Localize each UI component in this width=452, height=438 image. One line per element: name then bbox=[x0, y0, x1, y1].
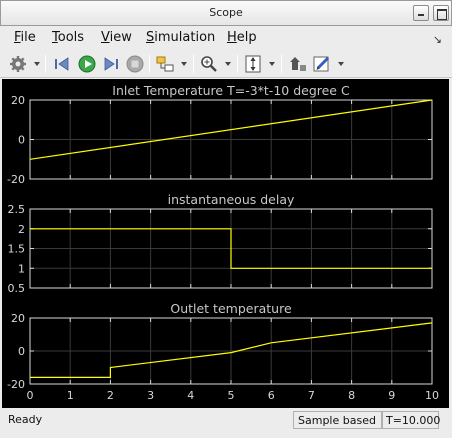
axes-3-xtick-label: 2 bbox=[107, 389, 114, 402]
axes-3-xtick-label: 6 bbox=[268, 389, 275, 402]
menu-file[interactable]: File bbox=[14, 30, 36, 45]
toolbar-separator bbox=[281, 55, 282, 73]
run-icon[interactable] bbox=[77, 54, 97, 74]
scope-plots: -20020Inlet Temperature T=-3*t-10 degree… bbox=[7, 83, 439, 402]
axes-3-xtick-label: 7 bbox=[308, 389, 315, 402]
axes-2-ytick-label: 1 bbox=[18, 262, 25, 275]
toolbar-separator bbox=[45, 55, 46, 73]
axes-1-ytick-label: 20 bbox=[11, 94, 25, 107]
axes-2-ytick-label: 2.5 bbox=[8, 203, 26, 216]
toolbar-separator bbox=[193, 55, 194, 73]
axes-1-ytick-label: 0 bbox=[18, 134, 25, 147]
axes-1-ytick-label: -20 bbox=[7, 173, 25, 186]
menu-view-label: iew bbox=[109, 30, 132, 45]
scale-axes-icon[interactable] bbox=[243, 54, 263, 74]
menu-view-mnemonic: V bbox=[101, 30, 110, 45]
gear-dropdown-icon[interactable] bbox=[34, 62, 40, 66]
gear-icon[interactable] bbox=[8, 54, 28, 74]
toolbar-separator bbox=[237, 55, 238, 73]
axes-3-ytick-label: -20 bbox=[7, 378, 25, 391]
style-icon[interactable] bbox=[312, 54, 332, 74]
dock-arrow-icon[interactable]: ↘ bbox=[433, 33, 442, 46]
axes-3-xtick-label: 1 bbox=[67, 389, 74, 402]
menu-file-label: ile bbox=[20, 30, 36, 45]
axes-3-ytick-label: 20 bbox=[11, 312, 25, 325]
menu-bar: File Tools View Simulation Help ↘ bbox=[0, 26, 452, 50]
minimize-icon[interactable] bbox=[413, 5, 429, 21]
axes-3-xtick-label: 3 bbox=[147, 389, 154, 402]
menu-view[interactable]: View bbox=[101, 30, 132, 45]
zoom-icon[interactable] bbox=[199, 54, 219, 74]
status-sample-mode: Sample based bbox=[293, 411, 383, 429]
axes-1-title: Inlet Temperature T=-3*t-10 degree C bbox=[112, 83, 350, 98]
highlight-block-icon[interactable] bbox=[155, 54, 175, 74]
axes-2-title: instantaneous delay bbox=[168, 192, 295, 207]
axes-3-title: Outlet temperature bbox=[170, 301, 292, 316]
scale-dropdown-icon[interactable] bbox=[269, 62, 275, 66]
status-ready: Ready bbox=[8, 413, 43, 426]
menu-simulation-label: imulation bbox=[154, 30, 216, 45]
menu-help-label: elp bbox=[236, 30, 257, 45]
style-dropdown-icon[interactable] bbox=[338, 62, 344, 66]
axes-2-ytick-label: 2 bbox=[18, 223, 25, 236]
restore-layout-icon[interactable] bbox=[288, 54, 308, 74]
menu-help[interactable]: Help bbox=[227, 30, 257, 45]
stop-icon[interactable] bbox=[125, 54, 145, 74]
menu-tools-label: ools bbox=[57, 30, 85, 45]
scope-plot-area: -20 0 20 Inlet Temperature T=-3*t-10 degree… bbox=[2, 79, 449, 408]
window-titlebar: Scope bbox=[0, 0, 452, 26]
axes-3-xtick-label: 9 bbox=[388, 389, 395, 402]
window-title: Scope bbox=[209, 6, 243, 19]
zoom-dropdown-icon[interactable] bbox=[225, 62, 231, 66]
axes-3-xtick-label: 0 bbox=[27, 389, 34, 402]
menu-simulation[interactable]: Simulation bbox=[146, 30, 215, 45]
axes-3-xtick-label: 4 bbox=[187, 389, 194, 402]
maximize-icon[interactable] bbox=[433, 5, 449, 21]
toolbar-separator bbox=[149, 55, 150, 73]
axes-2-ytick-label: 0.5 bbox=[8, 282, 26, 295]
axes-3-ytick-label: 0 bbox=[18, 345, 25, 358]
menu-help-mnemonic: H bbox=[227, 30, 237, 45]
status-sim-time: T=10.000 bbox=[381, 411, 440, 429]
axes-2-ytick-label: 1.5 bbox=[8, 243, 26, 256]
menu-tools[interactable]: Tools bbox=[52, 30, 84, 45]
axes-3-xtick-label: 8 bbox=[348, 389, 355, 402]
axes-3-xtick-label: 10 bbox=[425, 389, 439, 402]
toolbar bbox=[0, 50, 452, 78]
step-back-icon[interactable] bbox=[52, 54, 72, 74]
axes-3-xtick-label: 5 bbox=[228, 389, 235, 402]
status-bar: Ready Sample based T=10.000 bbox=[0, 409, 452, 438]
step-forward-icon[interactable] bbox=[101, 54, 121, 74]
highlight-dropdown-icon[interactable] bbox=[181, 62, 187, 66]
